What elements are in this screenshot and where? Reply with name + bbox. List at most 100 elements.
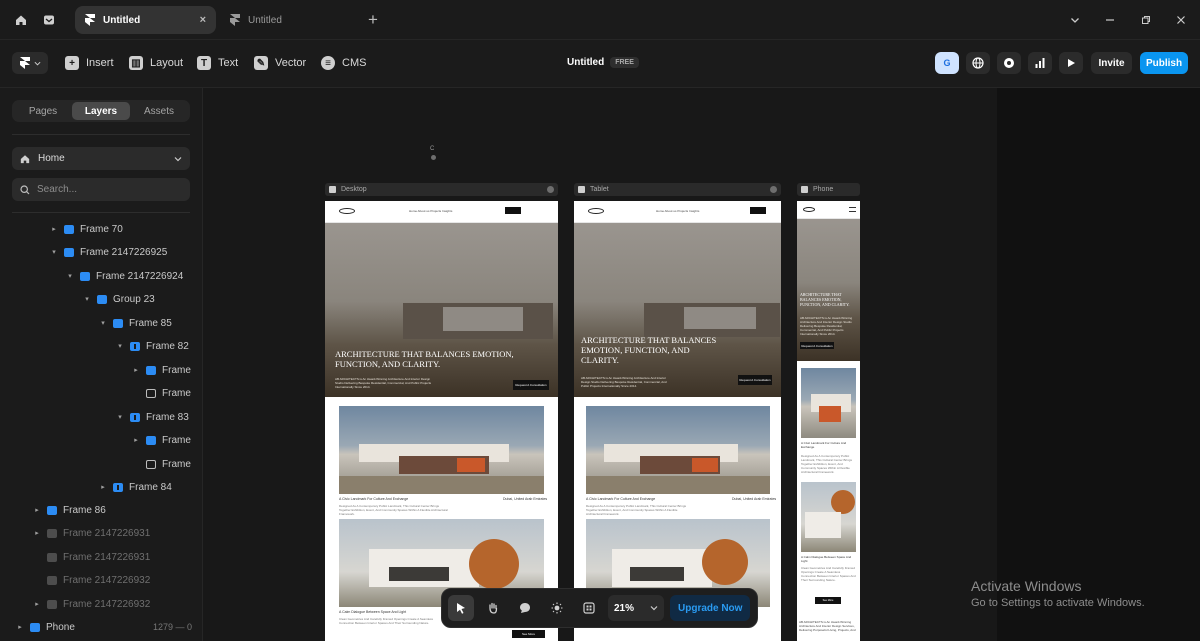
hand-tool-icon[interactable] xyxy=(480,595,506,621)
expand-arrow-icon[interactable]: ▸ xyxy=(132,366,140,374)
layout-tool[interactable]: ▥ Layout xyxy=(129,54,183,72)
inbox-icon[interactable] xyxy=(35,6,63,34)
layer-label: Frame xyxy=(162,364,191,376)
breakpoint-label-tablet[interactable]: Tablet xyxy=(574,183,781,196)
expand-arrow-icon[interactable]: ▾ xyxy=(83,295,91,303)
layer-item[interactable]: ▸ Frame 84 xyxy=(99,478,172,496)
database-icon: ≡ xyxy=(321,56,335,70)
layer-item[interactable]: ▾ Frame 82 xyxy=(116,337,189,355)
layer-item[interactable]: ▾ Frame 2147226924 xyxy=(66,267,183,285)
record-icon[interactable] xyxy=(997,52,1021,74)
layer-search[interactable] xyxy=(12,178,190,201)
layer-item[interactable]: ▸ Frame 70 xyxy=(50,220,123,238)
preview-play-icon[interactable] xyxy=(1059,52,1083,74)
expand-arrow-icon[interactable]: ▸ xyxy=(99,483,107,491)
expand-arrow-icon[interactable]: ▸ xyxy=(50,225,58,233)
grid-view-icon[interactable] xyxy=(576,595,602,621)
windows-activation-watermark: Activate Windows Go to Settings to activ… xyxy=(971,578,1145,609)
tab-pages[interactable]: Pages xyxy=(14,102,72,120)
restore-icon[interactable] xyxy=(1136,10,1156,30)
layer-item[interactable]: Frame 2147226931 xyxy=(33,548,150,566)
project-2-description: Clean Geometries And Carefully Framed Op… xyxy=(801,566,856,582)
project-1-title: A Civic Landmark For Culture And Exchang… xyxy=(586,497,656,501)
tab-assets[interactable]: Assets xyxy=(130,102,188,120)
layer-item[interactable]: ▸ Frame 2147226932 xyxy=(33,595,150,613)
canvas-marker: C xyxy=(430,146,435,152)
play-icon[interactable] xyxy=(578,186,585,193)
project-image-1 xyxy=(586,406,770,494)
hamburger-menu-icon xyxy=(849,207,856,212)
play-icon[interactable] xyxy=(801,186,808,193)
tab-untitled-active[interactable]: Untitled × xyxy=(75,6,216,34)
framer-logo-icon xyxy=(19,57,30,69)
theme-toggle-icon[interactable] xyxy=(544,595,570,621)
project-1-title: A Civic Landmark For Culture And Exchang… xyxy=(339,497,409,501)
layout-icon: ▥ xyxy=(129,56,143,70)
breakpoint-label-desktop[interactable]: Desktop xyxy=(325,183,558,196)
grid-icon xyxy=(130,412,140,422)
main-menu-button[interactable] xyxy=(12,52,48,74)
tab-untitled[interactable]: Untitled xyxy=(220,6,340,34)
expand-arrow-icon[interactable]: ▸ xyxy=(132,436,140,444)
cms-tool[interactable]: ≡ CMS xyxy=(321,54,366,72)
avatar[interactable]: G xyxy=(935,52,959,74)
minimize-icon[interactable] xyxy=(1100,10,1120,30)
layer-item[interactable]: ▸ Frame 2147226931 xyxy=(33,524,150,542)
zoom-selector[interactable]: 21% xyxy=(608,595,664,621)
layer-item[interactable]: ▾ Frame 2147226925 xyxy=(50,243,167,261)
sidebar-tabs: Pages Layers Assets xyxy=(12,100,190,122)
site-nav: Home About us Projects Insights xyxy=(325,201,558,223)
layer-item-phone[interactable]: ▸ Phone 1279 — 0 xyxy=(16,618,192,636)
comment-tool-icon[interactable] xyxy=(512,595,538,621)
upgrade-button[interactable]: Upgrade Now xyxy=(670,595,751,621)
layer-item[interactable]: ▾ Frame 85 xyxy=(99,314,172,332)
close-window-icon[interactable] xyxy=(1171,10,1191,30)
page-selector[interactable]: Home xyxy=(12,147,190,170)
phone-frame[interactable]: ARCHITECTURE THAT BALANCES EMOTION, FUNC… xyxy=(797,201,860,641)
expand-arrow-icon[interactable]: ▾ xyxy=(116,413,124,421)
layer-item[interactable]: Frame 2147226932 xyxy=(33,571,150,589)
analytics-icon[interactable] xyxy=(1028,52,1052,74)
add-breakpoint-icon[interactable] xyxy=(547,186,554,193)
globe-icon[interactable] xyxy=(966,52,990,74)
play-icon[interactable] xyxy=(329,186,336,193)
new-tab-button[interactable]: + xyxy=(363,10,383,30)
layer-label: Frame xyxy=(162,434,191,446)
expand-arrow-icon[interactable]: ▾ xyxy=(99,319,107,327)
expand-arrow-icon[interactable]: ▾ xyxy=(66,272,74,280)
home-icon[interactable] xyxy=(7,6,35,34)
layer-item[interactable]: Frame xyxy=(132,455,191,473)
chevron-down-icon[interactable] xyxy=(1065,10,1085,30)
expand-arrow-icon[interactable]: ▾ xyxy=(50,248,58,256)
expand-arrow-icon[interactable]: ▾ xyxy=(116,342,124,350)
document-title[interactable]: Untitled FREE xyxy=(567,57,639,68)
close-tab-icon[interactable]: × xyxy=(200,14,206,26)
expand-arrow-icon[interactable]: ▸ xyxy=(16,623,24,631)
layer-item[interactable]: ▸ Frame xyxy=(132,361,191,379)
layer-label: Frame xyxy=(162,458,191,470)
expand-arrow-icon[interactable]: ▸ xyxy=(33,600,41,608)
publish-button[interactable]: Publish xyxy=(1140,52,1188,74)
expand-arrow-icon[interactable]: ▸ xyxy=(33,529,41,537)
layer-item[interactable]: ▸ Frame xyxy=(132,431,191,449)
hidden-frame-icon xyxy=(47,599,57,609)
tab-layers[interactable]: Layers xyxy=(72,102,130,120)
search-input[interactable] xyxy=(37,184,177,195)
layer-item[interactable]: ▸ Frame 86 xyxy=(33,501,106,519)
layer-item[interactable]: ▾ Group 23 xyxy=(83,290,154,308)
layer-item[interactable]: Frame xyxy=(132,384,191,402)
breakpoint-label-phone[interactable]: Phone xyxy=(797,183,860,196)
vector-tool[interactable]: ✎ Vector xyxy=(254,54,306,72)
add-breakpoint-icon[interactable] xyxy=(770,186,777,193)
site-logo-icon xyxy=(339,208,355,214)
text-tool[interactable]: T Text xyxy=(197,54,238,72)
desktop-frame[interactable]: Home About us Projects Insights ARCHITEC… xyxy=(325,201,558,641)
insert-tool[interactable]: + Insert xyxy=(65,54,114,72)
text-icon: T xyxy=(197,56,211,70)
tablet-frame[interactable]: Home About us Projects Insights ARCHITEC… xyxy=(574,201,781,641)
layer-item[interactable]: ▾ Frame 83 xyxy=(116,408,189,426)
expand-arrow-icon[interactable]: ▸ xyxy=(33,506,41,514)
hero-house-detail xyxy=(684,307,756,329)
invite-button[interactable]: Invite xyxy=(1091,52,1132,74)
select-tool-icon[interactable] xyxy=(448,595,474,621)
